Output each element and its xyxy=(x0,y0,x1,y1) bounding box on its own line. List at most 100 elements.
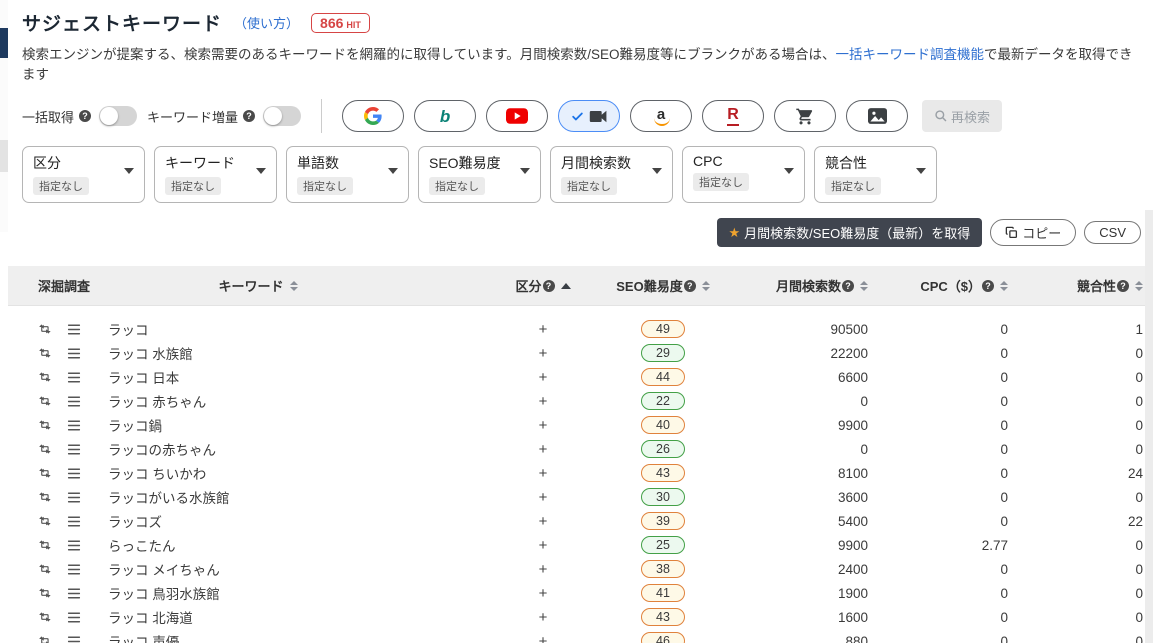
filter-monthly-search[interactable]: 月間検索数 指定なし xyxy=(550,146,673,203)
add-kubun-button[interactable]: + xyxy=(539,537,548,554)
add-kubun-button[interactable]: + xyxy=(539,561,548,578)
csv-button[interactable]: CSV xyxy=(1084,221,1141,244)
add-kubun-button[interactable]: + xyxy=(539,489,548,506)
vertical-scrollbar[interactable] xyxy=(1145,210,1153,643)
engine-button-youtube[interactable] xyxy=(486,100,549,132)
header-seo[interactable]: SEO難易度? xyxy=(588,276,738,295)
engine-button-images[interactable] xyxy=(846,100,909,132)
dig-keyword-icon[interactable] xyxy=(38,323,53,336)
header-kubun[interactable]: 区分? xyxy=(498,276,588,295)
add-kubun-button[interactable]: + xyxy=(539,369,548,386)
keyword-menu-icon[interactable] xyxy=(67,516,81,527)
nav-active-indicator xyxy=(0,28,8,58)
keyword-menu-icon[interactable] xyxy=(67,612,81,623)
add-kubun-button[interactable]: + xyxy=(539,393,548,410)
keyword-menu-icon[interactable] xyxy=(67,396,81,407)
csv-label: CSV xyxy=(1099,225,1126,240)
keyword-menu-icon[interactable] xyxy=(67,564,81,575)
filter-word-count[interactable]: 単語数 指定なし xyxy=(286,146,409,203)
keyword-menu-icon[interactable] xyxy=(67,588,81,599)
help-icon[interactable]: ? xyxy=(982,279,994,292)
help-icon[interactable]: ? xyxy=(79,110,92,122)
research-label: 再検索 xyxy=(951,109,991,125)
seo-difficulty-badge: 22 xyxy=(641,392,685,410)
dig-keyword-icon[interactable] xyxy=(38,371,53,384)
add-kubun-button[interactable]: + xyxy=(539,417,548,434)
add-kubun-button[interactable]: + xyxy=(539,585,548,602)
filter-keyword[interactable]: キーワード 指定なし xyxy=(154,146,277,203)
dig-keyword-icon[interactable] xyxy=(38,347,53,360)
help-icon[interactable]: ? xyxy=(683,279,696,292)
header-cpc[interactable]: CPC（$）? xyxy=(868,276,1008,295)
filter-competition[interactable]: 競合性 指定なし xyxy=(814,146,937,203)
keyword-menu-icon[interactable] xyxy=(67,636,81,643)
keyword-menu-icon[interactable] xyxy=(67,324,81,335)
engine-button-bing[interactable]: b xyxy=(414,100,477,132)
dig-keyword-icon[interactable] xyxy=(38,395,53,408)
dig-keyword-icon[interactable] xyxy=(38,539,53,552)
add-kubun-button[interactable]: + xyxy=(539,345,548,362)
usage-link[interactable]: （使い方） xyxy=(234,13,299,32)
toolbar: 一括取得? キーワード増量? b a R 再検索 xyxy=(22,99,1141,133)
keyword-table: 深掘調査 キーワード 区分? SEO難易度? 月間検索数? CPC（$） ? 競… xyxy=(8,266,1153,643)
competition-value: 1 xyxy=(1135,321,1143,337)
add-kubun-button[interactable]: + xyxy=(539,633,548,643)
add-kubun-button[interactable]: + xyxy=(539,609,548,626)
keyword-increase-toggle[interactable] xyxy=(263,106,302,126)
dig-keyword-icon[interactable] xyxy=(38,611,53,624)
keyword-menu-icon[interactable] xyxy=(67,420,81,431)
help-icon[interactable]: ? xyxy=(243,110,256,122)
keyword-menu-icon[interactable] xyxy=(67,372,81,383)
keyword-text: ラッコ メイちゃん xyxy=(108,563,220,578)
engine-button-google[interactable] xyxy=(342,100,405,132)
copy-button[interactable]: コピー xyxy=(990,219,1077,246)
table-row: ラッコズ + 39 5400 0 22 xyxy=(8,509,1153,533)
keyword-menu-icon[interactable] xyxy=(67,444,81,455)
engine-button-google-video[interactable] xyxy=(558,100,621,132)
bulk-survey-link[interactable]: 一括キーワード調査機能 xyxy=(836,47,985,62)
header-monthly[interactable]: 月間検索数? xyxy=(738,276,868,295)
dig-keyword-icon[interactable] xyxy=(38,467,53,480)
add-kubun-button[interactable]: + xyxy=(539,465,548,482)
chevron-down-icon xyxy=(124,168,134,174)
dig-keyword-icon[interactable] xyxy=(38,515,53,528)
research-button[interactable]: 再検索 xyxy=(922,100,1003,132)
engine-button-rakuten[interactable]: R xyxy=(702,100,765,132)
engine-button-amazon[interactable]: a xyxy=(630,100,693,132)
header-competition-label: 競合性 xyxy=(1076,279,1116,294)
dig-keyword-icon[interactable] xyxy=(38,563,53,576)
dig-keyword-icon[interactable] xyxy=(38,443,53,456)
chevron-down-icon xyxy=(916,168,926,174)
keyword-menu-icon[interactable] xyxy=(67,540,81,551)
seo-difficulty-badge: 38 xyxy=(641,560,685,578)
add-kubun-button[interactable]: + xyxy=(539,321,548,338)
sort-icon xyxy=(289,280,298,291)
table-row: ラッコの赤ちゃん + 26 0 0 0 xyxy=(8,437,1153,461)
monthly-search-value: 880 xyxy=(845,633,868,643)
header-competition[interactable]: 競合性? xyxy=(1008,276,1143,295)
filter-label: 競合性 xyxy=(825,155,867,171)
dig-keyword-icon[interactable] xyxy=(38,635,53,643)
filter-seo-difficulty[interactable]: SEO難易度 指定なし xyxy=(418,146,541,203)
competition-value: 0 xyxy=(1135,369,1143,385)
dig-keyword-icon[interactable] xyxy=(38,491,53,504)
header-keyword[interactable]: キーワード xyxy=(108,276,498,295)
header-dig: 深掘調査 xyxy=(8,276,108,295)
filter-kubun[interactable]: 区分 指定なし xyxy=(22,146,145,203)
add-kubun-button[interactable]: + xyxy=(539,441,548,458)
seo-difficulty-badge: 44 xyxy=(641,368,685,386)
keyword-menu-icon[interactable] xyxy=(67,492,81,503)
help-icon[interactable]: ? xyxy=(542,279,555,292)
filter-cpc[interactable]: CPC 指定なし xyxy=(682,146,805,203)
keyword-menu-icon[interactable] xyxy=(67,348,81,359)
dig-keyword-icon[interactable] xyxy=(38,587,53,600)
fetch-latest-button[interactable]: ★ 月間検索数/SEO難易度（最新）を取得 xyxy=(716,218,983,247)
help-icon[interactable]: ? xyxy=(1117,279,1129,292)
batch-fetch-toggle-group: 一括取得? xyxy=(22,106,138,126)
help-icon[interactable]: ? xyxy=(842,279,854,292)
keyword-menu-icon[interactable] xyxy=(67,468,81,479)
batch-fetch-toggle[interactable] xyxy=(99,106,138,126)
dig-keyword-icon[interactable] xyxy=(38,419,53,432)
add-kubun-button[interactable]: + xyxy=(539,513,548,530)
engine-button-shopping[interactable] xyxy=(774,100,837,132)
